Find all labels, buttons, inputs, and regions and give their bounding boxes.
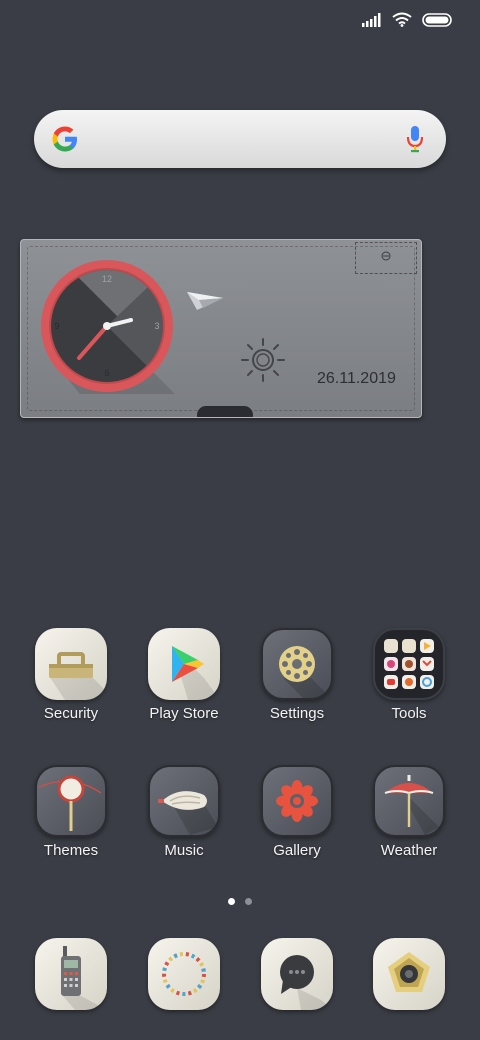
app-themes[interactable]: Themes (21, 765, 121, 859)
google-logo-icon (50, 124, 80, 159)
google-search-bar[interactable] (34, 110, 446, 168)
widget-handle (197, 406, 253, 417)
page-dot-1[interactable] (228, 898, 235, 905)
clock-numeral-3: 3 (154, 321, 159, 331)
stamp-box (355, 242, 417, 274)
microphone-icon[interactable] (406, 125, 424, 158)
sun-icon (239, 336, 287, 389)
folder-grid-icon (373, 628, 445, 700)
app-label: Settings (269, 705, 325, 722)
app-weather[interactable]: Weather (359, 765, 459, 859)
phone-icon (35, 938, 107, 1010)
app-label: Security (43, 705, 99, 722)
clock-numeral-6: 6 (104, 368, 109, 378)
page-indicator[interactable] (228, 898, 252, 905)
dock-phone[interactable] (21, 938, 121, 1010)
app-gallery[interactable]: Gallery (247, 765, 347, 859)
app-security[interactable]: Security (21, 628, 121, 722)
app-settings[interactable]: Settings (247, 628, 347, 722)
app-label: Tools (391, 705, 427, 722)
clock-numeral-9: 9 (54, 321, 59, 331)
dial-icon (261, 628, 333, 700)
app-label: Music (164, 842, 204, 859)
battery-icon (422, 12, 452, 32)
wifi-icon (392, 12, 412, 32)
analog-clock[interactable]: 12 3 6 9 (39, 258, 189, 417)
toolbox-icon (35, 628, 107, 700)
bead-ring-icon (148, 938, 220, 1010)
umbrella-icon (373, 765, 445, 837)
page-dot-2[interactable] (245, 898, 252, 905)
app-label: Themes (43, 842, 99, 859)
chat-bubble-icon (261, 938, 333, 1010)
signal-icon (362, 12, 382, 32)
clock-weather-widget[interactable]: 12 3 6 9 26.11.2019 (20, 239, 422, 418)
app-label: Gallery (273, 842, 321, 859)
flower-icon (261, 765, 333, 837)
app-label: Weather (380, 842, 438, 859)
paper-plane-icon (185, 284, 225, 319)
dock-camera[interactable] (359, 938, 459, 1010)
status-bar (362, 10, 452, 34)
widget-date: 26.11.2019 (317, 370, 396, 387)
camera-lens-icon (373, 938, 445, 1010)
app-music[interactable]: Music (134, 765, 234, 859)
clock-numeral-12: 12 (102, 274, 112, 284)
paddle-icon (35, 765, 107, 837)
play-store-icon (148, 628, 220, 700)
app-play-store[interactable]: Play Store (134, 628, 234, 722)
dock-browser[interactable] (134, 938, 234, 1010)
shell-icon (148, 765, 220, 837)
app-label: Play Store (149, 705, 219, 722)
folder-tools[interactable]: Tools (359, 628, 459, 722)
dock-messages[interactable] (247, 938, 347, 1010)
